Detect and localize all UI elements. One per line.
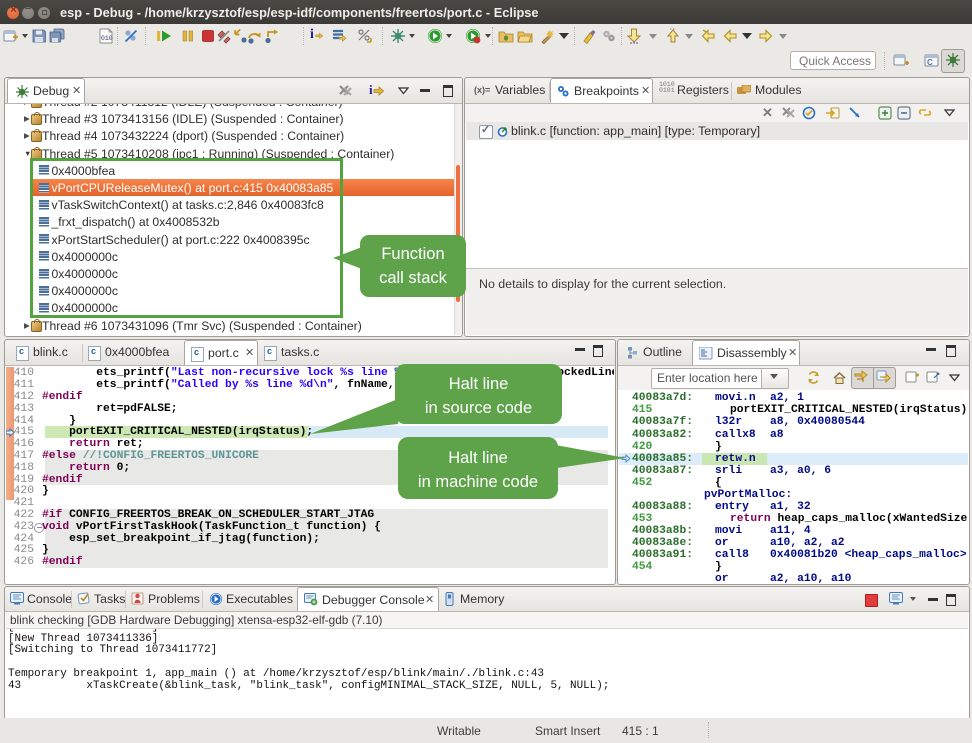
svg-text:C: C <box>927 58 933 67</box>
svg-text:010: 010 <box>101 35 113 42</box>
